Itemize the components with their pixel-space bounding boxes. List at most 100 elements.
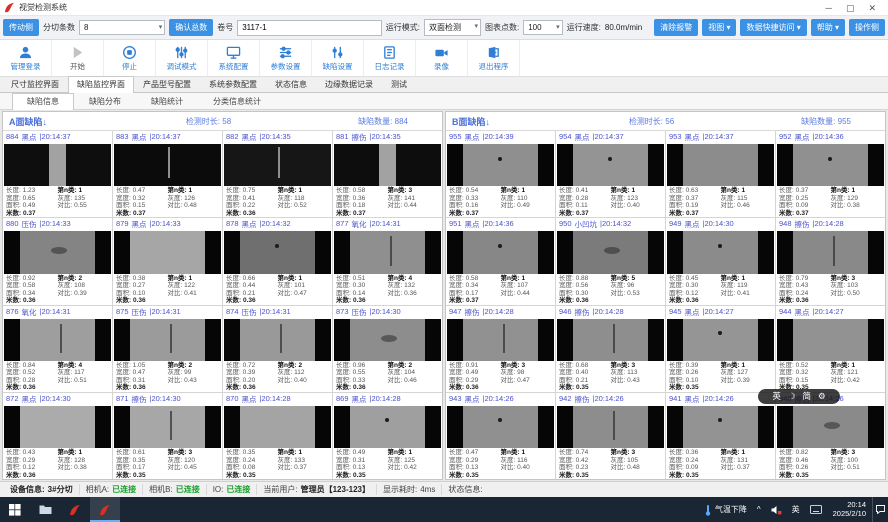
clear-alarm-button[interactable]: 清除报警 — [654, 19, 698, 36]
defect-cell[interactable]: 869 黑点 |20:14:28 长度: 0.49 宽度: 0.31 面积: 0… — [333, 393, 442, 479]
tab-edge-data[interactable]: 边缘数据记录 — [316, 76, 382, 92]
subtab-class-stats[interactable]: 分类信息统计 — [198, 93, 276, 109]
param-settings-button[interactable]: 参数设置 — [260, 40, 312, 76]
tray-expand-chevron[interactable]: ^ — [752, 497, 766, 522]
ime-english-mode[interactable]: 英 — [772, 389, 781, 404]
app-taskbar-button-2[interactable] — [90, 497, 120, 522]
action-center-button[interactable] — [872, 497, 888, 522]
tab-product-config[interactable]: 产品型号配置 — [134, 76, 200, 92]
defect-cell[interactable]: 953 黑点 |20:14:37 长度: 0.63 宽度: 0.37 面积: 0… — [666, 131, 775, 217]
tab-size-monitor[interactable]: 尺寸监控界面 — [2, 76, 68, 92]
ime-settings-gear-icon[interactable]: ⚙ — [818, 389, 826, 404]
tab-system-params[interactable]: 系统参数配置 — [200, 76, 266, 92]
defect-cell[interactable]: 945 黑点 |20:14:27 长度: 0.39 宽度: 0.26 面积: 0… — [666, 306, 775, 392]
defect-image[interactable] — [447, 406, 554, 448]
defect-image[interactable] — [4, 406, 111, 448]
defect-cell[interactable]: 879 黑点 |20:14:33 长度: 0.38 宽度: 0.27 面积: 0… — [113, 218, 222, 304]
defect-cell[interactable]: 881 擦伤 |20:14:35 长度: 0.58 宽度: 0.36 面积: 0… — [333, 131, 442, 217]
defect-image[interactable] — [334, 231, 441, 273]
data-access-menu-button[interactable]: 数据快捷访问 ▾ — [740, 19, 806, 36]
drive-side-button[interactable]: 传动侧 — [3, 19, 39, 36]
admin-login-button[interactable]: 管理登录 — [0, 40, 52, 76]
defect-image[interactable] — [114, 231, 221, 273]
defect-cell[interactable]: 884 黑点 |20:14:37 长度: 1.23 宽度: 0.65 面积: 0… — [3, 131, 112, 217]
defect-image[interactable] — [334, 319, 441, 361]
exit-program-button[interactable]: 退出程序 — [468, 40, 520, 76]
defect-image[interactable] — [114, 406, 221, 448]
defect-image[interactable] — [4, 319, 111, 361]
defect-image[interactable] — [114, 319, 221, 361]
defect-image[interactable] — [114, 144, 221, 186]
record-video-button[interactable]: 录像 — [416, 40, 468, 76]
log-record-button[interactable]: 日志记录 — [364, 40, 416, 76]
defect-cell[interactable]: 873 压伤 |20:14:30 长度: 0.96 宽度: 0.55 面积: 0… — [333, 306, 442, 392]
defect-image[interactable] — [4, 144, 111, 186]
defect-cell[interactable]: 880 压伤 |20:14:33 长度: 0.92 宽度: 0.58 面积: 0… — [3, 218, 112, 304]
volume-button[interactable] — [766, 497, 787, 522]
ime-moon-icon[interactable]: ☽ — [788, 389, 796, 404]
defect-image[interactable] — [224, 319, 331, 361]
defect-cell[interactable]: 954 黑点 |20:14:37 长度: 0.41 宽度: 0.28 面积: 0… — [556, 131, 665, 217]
confirm-total-button[interactable]: 确认总数 — [169, 19, 213, 36]
defect-cell[interactable]: 946 擦伤 |20:14:28 长度: 0.68 宽度: 0.40 面积: 0… — [556, 306, 665, 392]
defect-image[interactable] — [557, 319, 664, 361]
defect-cell[interactable]: 951 黑点 |20:14:36 长度: 0.58 宽度: 0.34 面积: 0… — [446, 218, 555, 304]
system-config-button[interactable]: 系统配置 — [208, 40, 260, 76]
defect-image[interactable] — [334, 406, 441, 448]
language-indicator[interactable]: 英 — [787, 497, 805, 522]
defect-image[interactable] — [224, 406, 331, 448]
defect-cell[interactable]: 872 黑点 |20:14:30 长度: 0.43 宽度: 0.29 面积: 0… — [3, 393, 112, 479]
tab-status-info[interactable]: 状态信息 — [266, 76, 316, 92]
defect-cell[interactable]: 947 擦伤 |20:14:28 长度: 0.91 宽度: 0.49 面积: 0… — [446, 306, 555, 392]
file-explorer-button[interactable] — [30, 497, 60, 522]
defect-cell[interactable]: 942 擦伤 |20:14:26 长度: 0.74 宽度: 0.42 面积: 0… — [556, 393, 665, 479]
subtab-defect-info[interactable]: 缺陷信息 — [12, 93, 74, 110]
defect-cell[interactable]: 950 小凹坑 |20:14:32 长度: 0.88 宽度: 0.56 面积: … — [556, 218, 665, 304]
ime-simplified-mode[interactable]: 简 — [803, 389, 812, 404]
defect-image[interactable] — [667, 319, 774, 361]
subtab-defect-distribution[interactable]: 缺陷分布 — [74, 93, 136, 109]
defect-image[interactable] — [4, 231, 111, 273]
defect-cell[interactable]: 941 黑点 |20:14:26 长度: 0.36 宽度: 0.24 面积: 0… — [666, 393, 775, 479]
debug-mode-button[interactable]: 调试模式 — [156, 40, 208, 76]
defect-image[interactable] — [667, 231, 774, 273]
defect-cell[interactable]: 877 氧化 |20:14:31 长度: 0.51 宽度: 0.30 面积: 0… — [333, 218, 442, 304]
chart-points-select[interactable]: 100 — [523, 20, 562, 35]
defect-cell[interactable]: 952 黑点 |20:14:36 长度: 0.37 宽度: 0.25 面积: 0… — [776, 131, 885, 217]
tab-test[interactable]: 测试 — [382, 76, 416, 92]
weather-widget[interactable]: 气温下降 — [699, 497, 752, 522]
defect-settings-button[interactable]: 缺陷设置 — [312, 40, 364, 76]
defect-image[interactable] — [447, 231, 554, 273]
minimize-button[interactable]: ─ — [826, 0, 832, 16]
start-button[interactable]: 开始 — [52, 40, 104, 76]
defect-cell[interactable]: 874 压伤 |20:14:31 长度: 0.72 宽度: 0.39 面积: 0… — [223, 306, 332, 392]
roll-number-input[interactable] — [237, 20, 382, 36]
defect-image[interactable] — [447, 144, 554, 186]
defect-image[interactable] — [777, 319, 884, 361]
start-button[interactable] — [0, 497, 30, 522]
defect-cell[interactable]: 883 黑点 |20:14:37 长度: 0.47 宽度: 0.32 面积: 0… — [113, 131, 222, 217]
defect-cell[interactable]: 882 黑点 |20:14:35 长度: 0.75 宽度: 0.41 面积: 0… — [223, 131, 332, 217]
defect-image[interactable] — [224, 231, 331, 273]
defect-image[interactable] — [777, 231, 884, 273]
defect-image[interactable] — [334, 144, 441, 186]
operate-side-button[interactable]: 操作侧 — [849, 19, 885, 36]
clock[interactable]: 20:14 2025/2/10 — [827, 501, 872, 518]
defect-cell[interactable]: 875 压伤 |20:14:31 长度: 1.05 宽度: 0.47 面积: 0… — [113, 306, 222, 392]
defect-cell[interactable]: 943 黑点 |20:14:26 长度: 0.47 宽度: 0.29 面积: 0… — [446, 393, 555, 479]
stop-button[interactable]: 停止 — [104, 40, 156, 76]
defect-cell[interactable]: 871 擦伤 |20:14:30 长度: 0.61 宽度: 0.35 面积: 0… — [113, 393, 222, 479]
defect-cell[interactable]: 870 黑点 |20:14:28 长度: 0.35 宽度: 0.24 面积: 0… — [223, 393, 332, 479]
defect-cell[interactable]: 955 黑点 |20:14:39 长度: 0.54 宽度: 0.33 面积: 0… — [446, 131, 555, 217]
defect-image[interactable] — [667, 406, 774, 448]
app-taskbar-button-1[interactable] — [60, 497, 90, 522]
defect-image[interactable] — [667, 144, 774, 186]
defect-image[interactable] — [447, 319, 554, 361]
defect-image[interactable] — [224, 144, 331, 186]
defect-image[interactable] — [777, 144, 884, 186]
defect-image[interactable] — [557, 231, 664, 273]
defect-cell[interactable]: 940 擦伤 |20:14:26 长度: 0.82 宽度: 0.46 面积: 0… — [776, 393, 885, 479]
ime-indicator[interactable] — [805, 497, 827, 522]
defect-cell[interactable]: 948 擦伤 |20:14:28 长度: 0.79 宽度: 0.43 面积: 0… — [776, 218, 885, 304]
run-mode-select[interactable]: 双面检测 — [424, 19, 481, 36]
